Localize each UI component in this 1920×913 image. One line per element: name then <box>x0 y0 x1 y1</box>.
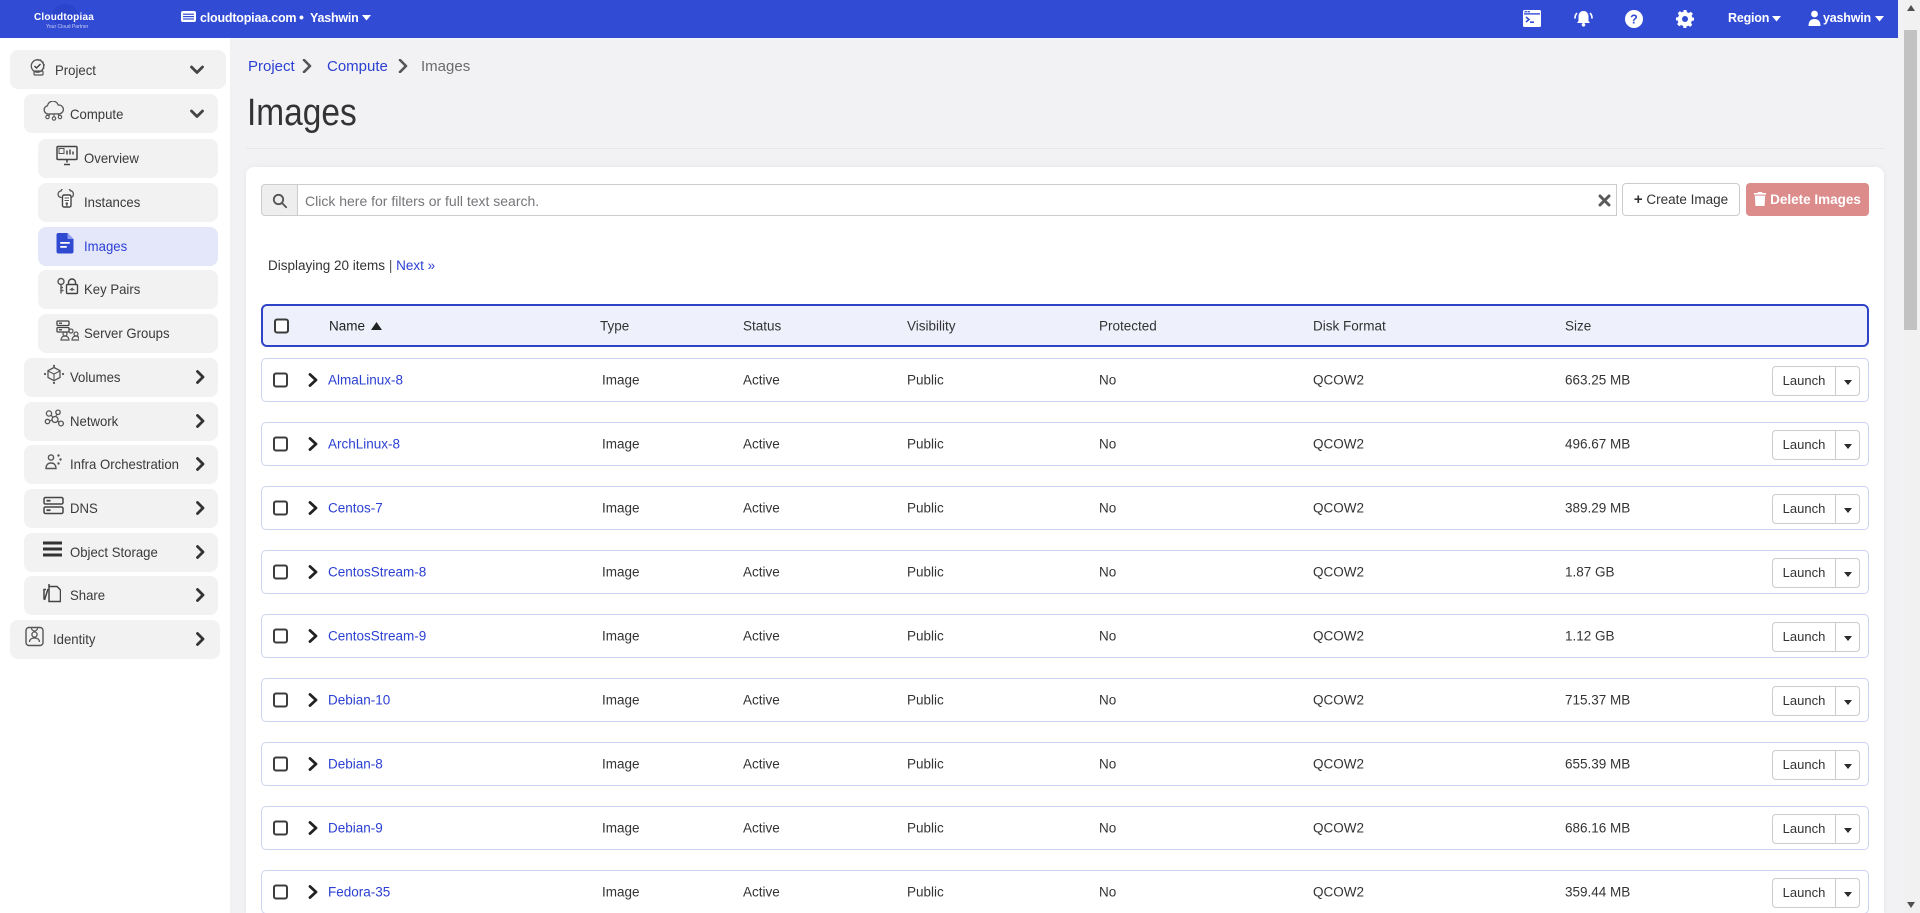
svg-text:?: ? <box>1630 12 1638 26</box>
